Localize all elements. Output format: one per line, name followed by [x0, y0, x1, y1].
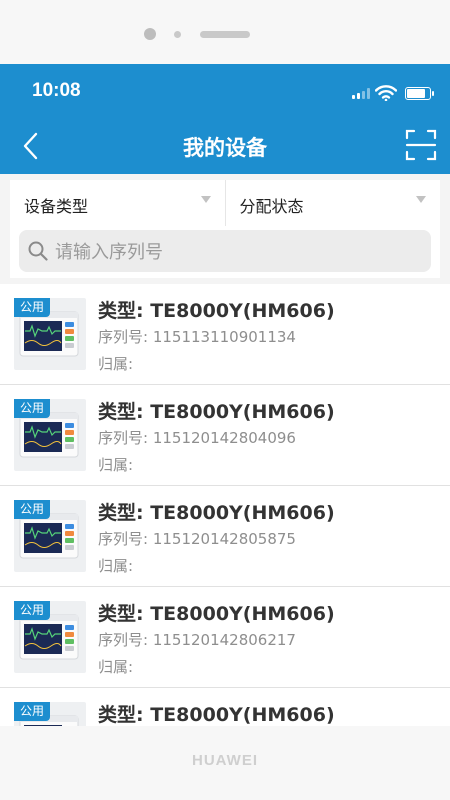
- device-serial: 序列号: 115120142805875: [98, 530, 296, 548]
- status-bar: 10:08: [0, 64, 450, 118]
- page-title: 我的设备: [183, 136, 267, 160]
- filter-assign-status[interactable]: 分配状态: [224, 180, 441, 226]
- device-list-item[interactable]: 公用 类型: TE8000Y(HM606) 序列号: 1151131109011…: [0, 284, 450, 385]
- device-owner: 归属:: [98, 456, 134, 474]
- device-type: 类型: TE8000Y(HM606): [98, 401, 335, 423]
- caret-down-icon: [200, 196, 211, 203]
- search-input[interactable]: 请输入序列号: [19, 230, 431, 272]
- cellular-signal-icon: [352, 88, 370, 99]
- device-serial: 序列号: 115113110901134: [98, 328, 296, 346]
- proximity-sensor: [174, 31, 181, 38]
- nav-bar: 我的设备: [0, 118, 450, 174]
- filter-bar: 设备类型 分配状态: [10, 180, 440, 226]
- device-list-item[interactable]: 公用 类型: TE8000Y(HM606) 序列号: 1151201428062…: [0, 587, 450, 688]
- filter-device-type[interactable]: 设备类型: [10, 180, 225, 226]
- search-area: 请输入序列号: [10, 226, 440, 278]
- front-camera: [144, 28, 156, 40]
- device-owner: 归属:: [98, 557, 134, 575]
- device-serial: 序列号: 115120142804096: [98, 429, 296, 447]
- caret-down-icon: [416, 196, 426, 203]
- public-badge: 公用: [14, 702, 51, 721]
- device-list[interactable]: 公用 类型: TE8000Y(HM606) 序列号: 1151131109011…: [0, 284, 450, 726]
- filter-label: 设备类型: [24, 197, 89, 216]
- device-owner: 归属:: [98, 355, 134, 373]
- battery-icon: [405, 87, 434, 100]
- search-placeholder: 请输入序列号: [55, 242, 163, 263]
- scan-icon: [405, 129, 437, 161]
- battery-level: [407, 89, 425, 98]
- brand-logo: HUAWEI: [192, 752, 258, 769]
- public-badge: 公用: [14, 399, 51, 418]
- public-badge: 公用: [14, 500, 51, 519]
- device-serial: 序列号: 115120142806217: [98, 631, 296, 649]
- search-icon: [28, 241, 48, 261]
- device-type: 类型: TE8000Y(HM606): [98, 300, 335, 322]
- phone-bezel-bottom: HUAWEI: [0, 726, 450, 800]
- public-badge: 公用: [14, 601, 51, 620]
- device-type: 类型: TE8000Y(HM606): [98, 603, 335, 625]
- device-owner: 归属:: [98, 658, 134, 676]
- wifi-icon: [375, 85, 397, 101]
- device-type: 类型: TE8000Y(HM606): [98, 704, 335, 726]
- filter-label: 分配状态: [239, 197, 304, 216]
- earpiece-speaker: [200, 31, 250, 38]
- device-list-item[interactable]: 公用 类型: TE8000Y(HM606): [0, 688, 450, 726]
- device-list-item[interactable]: 公用 类型: TE8000Y(HM606) 序列号: 1151201428040…: [0, 385, 450, 486]
- device-list-item[interactable]: 公用 类型: TE8000Y(HM606) 序列号: 1151201428058…: [0, 486, 450, 587]
- status-time: 10:08: [32, 80, 81, 101]
- scan-button[interactable]: [404, 128, 438, 162]
- phone-bezel-top: [0, 0, 450, 64]
- public-badge: 公用: [14, 298, 51, 317]
- device-type: 类型: TE8000Y(HM606): [98, 502, 335, 524]
